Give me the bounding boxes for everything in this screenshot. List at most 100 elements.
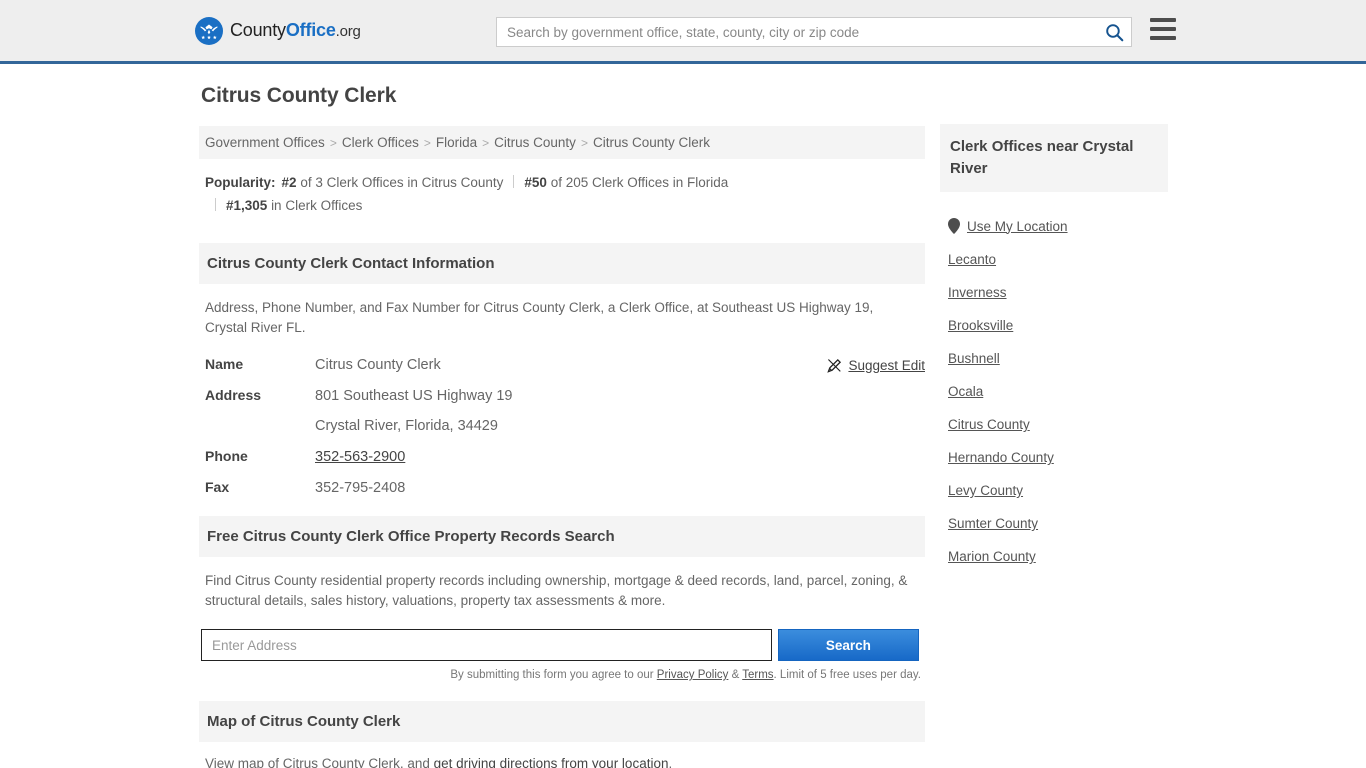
breadcrumb-item-citrus-county-clerk[interactable]: Citrus County Clerk [593,135,710,150]
contact-row-address: Address 801 Southeast US Highway 19 [205,387,919,404]
breadcrumb-item-citrus-county[interactable]: Citrus County [494,135,576,150]
contact-value-fax: 352-795-2408 [315,480,406,496]
driving-directions-link[interactable]: get driving directions from your locatio… [434,756,669,768]
use-my-location-link[interactable]: Use My Location [967,219,1068,234]
contact-value-name: Citrus County Clerk [315,357,441,373]
sidebar-link-label[interactable]: Sumter County [948,516,1038,531]
sidebar-heading: Clerk Offices near Crystal River [940,124,1168,192]
hamburger-bar [1150,18,1176,22]
sidebar-link-label[interactable]: Hernando County [948,450,1054,465]
suggest-edit[interactable]: Suggest Edit [827,358,925,373]
sidebar-item-lecanto[interactable]: Lecanto [948,252,1168,267]
breadcrumb-separator: > [423,136,431,150]
sidebar-item-sumter-county[interactable]: Sumter County [948,516,1168,531]
contact-value-phone-wrap: 352-563-2900 [315,449,405,465]
suggest-edit-link[interactable]: Suggest Edit [848,358,925,373]
sidebar-link-label[interactable]: Ocala [948,384,983,399]
hamburger-bar [1150,27,1176,31]
logo-text-org: .org [335,23,361,40]
search-icon [1105,23,1123,41]
sidebar-item-hernando-county[interactable]: Hernando County [948,450,1168,465]
popularity-label: Popularity: [205,175,276,190]
property-search-description: Find Citrus County residential property … [205,573,908,608]
sidebar-item-use-my-location[interactable]: Use My Location [948,218,1168,234]
main-content: Citrus County Clerk Government Offices > C… [199,84,925,768]
popularity-rank-county: #2 [281,175,297,190]
sidebar-item-levy-county[interactable]: Levy County [948,483,1168,498]
privacy-policy-link[interactable]: Privacy Policy [657,669,729,681]
contact-row-phone: Phone 352-563-2900 [205,448,919,465]
map-description-suffix: . [668,756,673,768]
address-input[interactable] [201,629,772,661]
sidebar-link-label[interactable]: Marion County [948,549,1036,564]
contact-section-heading: Citrus County Clerk Contact Information [199,243,925,284]
sidebar-link-label[interactable]: Brooksville [948,318,1013,333]
nearby-offices-sidebar: Clerk Offices near Crystal River Use My … [940,124,1168,564]
breadcrumb: Government Offices > Clerk Offices > Florida… [199,126,925,159]
popularity-text-national: in Clerk Offices [271,198,363,213]
breadcrumb-item-clerk-offices[interactable]: Clerk Offices [342,135,419,150]
sidebar-item-ocala[interactable]: Ocala [948,384,1168,399]
sidebar-link-label[interactable]: Levy County [948,483,1023,498]
hamburger-menu-icon[interactable] [1150,18,1176,40]
breadcrumb-separator: > [482,136,490,150]
eagle-seal-icon [195,16,223,45]
site-logo[interactable]: CountyOffice.org [194,16,361,46]
map-pin-icon [948,218,960,234]
sidebar-item-marion-county[interactable]: Marion County [948,549,1168,564]
contact-label-fax: Fax [205,479,230,495]
disclaimer-suffix: . Limit of 5 free uses per day. [773,669,921,681]
contact-section-description: Address, Phone Number, and Fax Number fo… [205,300,874,335]
map-section-description: View map of Citrus County Clerk, and get… [199,742,925,768]
search-submit-button[interactable] [1097,18,1131,46]
contact-label-phone: Phone [205,448,248,464]
contact-row-address-city: Crystal River, Florida, 34429 [205,418,919,434]
popularity-text-state: of 205 Clerk Offices in Florida [550,175,729,190]
global-search-bar[interactable] [496,17,1132,47]
sidebar-item-bushnell[interactable]: Bushnell [948,351,1168,366]
site-header: CountyOffice.org [0,0,1366,64]
disclaimer-prefix: By submitting this form you agree to our [450,669,657,681]
sidebar-item-inverness[interactable]: Inverness [948,285,1168,300]
terms-link[interactable]: Terms [742,669,773,681]
contact-label-address: Address [205,387,262,403]
breadcrumb-item-government-offices[interactable]: Government Offices [205,135,325,150]
popularity-text-county: of 3 Clerk Offices in Citrus County [300,175,504,190]
hamburger-bar [1150,36,1176,40]
breadcrumb-separator: > [329,136,337,150]
popularity-rank-state: #50 [524,175,547,190]
form-disclaimer: By submitting this form you agree to our… [199,669,921,681]
map-section-heading: Map of Citrus County Clerk [199,701,925,742]
breadcrumb-separator: > [580,136,588,150]
sidebar-link-label[interactable]: Lecanto [948,252,996,267]
popularity-divider [513,175,515,188]
contact-value-address-line2: Crystal River, Florida, 34429 [315,418,498,434]
property-search-button[interactable]: Search [777,629,919,661]
popularity-divider [215,198,216,211]
search-input[interactable] [497,18,1097,46]
sidebar-link-label[interactable]: Bushnell [948,351,1000,366]
site-logo-text: CountyOffice.org [230,20,361,41]
breadcrumb-item-florida[interactable]: Florida [436,135,477,150]
contact-details: Suggest Edit Name Citrus County Clerk Ad… [199,342,925,496]
contact-row-fax: Fax 352-795-2408 [205,479,919,496]
disclaimer-amp: & [728,669,743,681]
page-title: Citrus County Clerk [201,84,397,107]
contact-value-address-line1: 801 Southeast US Highway 19 [315,388,513,404]
map-description-prefix: View map of Citrus County Clerk, and [205,756,434,768]
logo-text-office: Office [285,20,336,40]
property-search-form: Search [199,629,919,661]
phone-link[interactable]: 352-563-2900 [315,449,405,465]
popularity-rank-national: #1,305 [226,198,268,213]
sidebar-item-citrus-county[interactable]: Citrus County [948,417,1168,432]
contact-label-name: Name [205,356,244,372]
contact-row-name: Name Citrus County Clerk [205,356,919,373]
popularity-stats: Popularity: #2 of 3 Clerk Offices in Citr… [199,159,925,223]
property-search-heading: Free Citrus County Clerk Office Property… [199,516,925,557]
logo-text-county: County [230,20,286,40]
sidebar-link-label[interactable]: Inverness [948,285,1007,300]
sidebar-link-label[interactable]: Citrus County [948,417,1030,432]
sidebar-item-brooksville[interactable]: Brooksville [948,318,1168,333]
edit-pencil-icon [827,358,842,373]
sidebar-links: Use My Location Lecanto Inverness Brooks… [940,192,1168,564]
